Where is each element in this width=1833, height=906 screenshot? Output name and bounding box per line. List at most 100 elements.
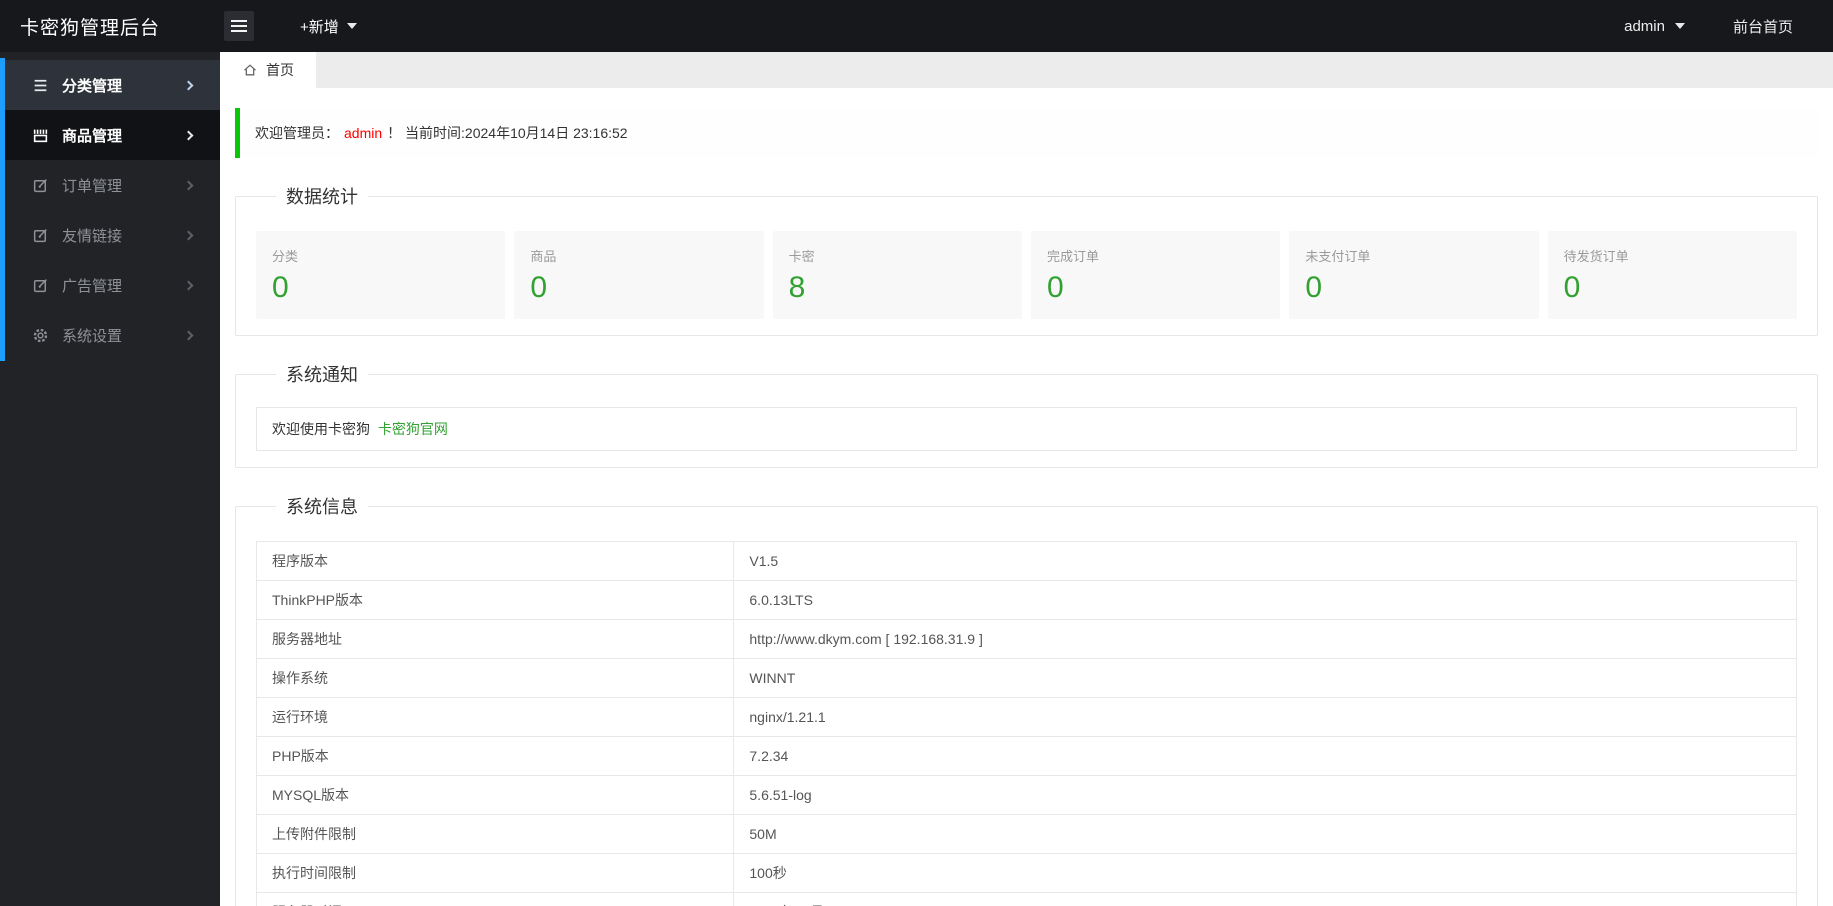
sidebar-item-label: 商品管理 bbox=[62, 127, 123, 145]
table-row: PHP版本 7.2.34 bbox=[255, 736, 1797, 776]
welcome-prefix: 欢迎管理员： bbox=[255, 125, 339, 141]
table-row: 上传附件限制 50M bbox=[255, 814, 1797, 854]
sysinfo-table: 程序版本 V1.5 ThinkPHP版本 6.0.13LTS 服务器地址 htt… bbox=[255, 541, 1797, 906]
sysinfo-key: 操作系统 bbox=[255, 658, 735, 698]
table-row: 服务器时间 2024年10月14日 23:16:52 bbox=[255, 892, 1797, 906]
chevron-right-icon bbox=[183, 280, 194, 290]
table-row: 操作系统 WINNT bbox=[255, 658, 1797, 698]
sysinfo-value: 100秒 bbox=[733, 853, 1797, 893]
chevron-right-icon bbox=[183, 130, 194, 140]
stat-value: 0 bbox=[1305, 271, 1322, 304]
sidebar-item-label: 系统设置 bbox=[62, 327, 123, 345]
sysinfo-key: 服务器时间 bbox=[255, 892, 735, 906]
sidebar: 分类管理 商品管理 订单管理 友情链接 广告管理 系统设置 bbox=[0, 52, 220, 906]
sysinfo-key: ThinkPHP版本 bbox=[255, 580, 735, 620]
stat-label: 分类 bbox=[272, 249, 299, 264]
chevron-right-icon bbox=[183, 80, 194, 90]
stats-section: 数据统计 分类 0 商品 0 卡密 8 完成订单 0 未支付订单 0 待发货订单… bbox=[235, 183, 1818, 336]
chevron-right-icon bbox=[183, 330, 194, 340]
stat-value: 0 bbox=[1046, 271, 1064, 304]
stat-value: 0 bbox=[272, 271, 289, 304]
sidebar-item-label: 分类管理 bbox=[62, 77, 123, 95]
chevron-down-icon bbox=[346, 23, 357, 29]
stat-label: 商品 bbox=[530, 249, 557, 264]
table-row: 程序版本 V1.5 bbox=[255, 541, 1797, 581]
notice-text: 欢迎使用卡密狗 bbox=[272, 421, 370, 437]
sidebar-item-links[interactable]: 友情链接 bbox=[0, 210, 220, 260]
sysinfo-key: PHP版本 bbox=[255, 736, 735, 776]
list-icon bbox=[34, 79, 47, 91]
sidebar-item-label: 友情链接 bbox=[62, 227, 123, 245]
sidebar-item-product[interactable]: 商品管理 bbox=[0, 110, 220, 160]
stat-card-category: 分类 0 bbox=[256, 231, 506, 319]
stats-legend: 数据统计 bbox=[286, 187, 358, 207]
stat-value: 8 bbox=[788, 271, 806, 304]
sidebar-item-category[interactable]: 分类管理 bbox=[0, 60, 220, 110]
chevron-right-icon bbox=[183, 230, 194, 240]
sysinfo-value: 5.6.51-log bbox=[733, 775, 1797, 815]
sysinfo-value: nginx/1.21.1 bbox=[733, 697, 1797, 737]
stat-label: 完成订单 bbox=[1046, 249, 1099, 264]
sysinfo-key: 服务器地址 bbox=[255, 619, 735, 659]
sidebar-item-ads[interactable]: 广告管理 bbox=[0, 260, 220, 310]
table-row: 运行环境 nginx/1.21.1 bbox=[255, 697, 1797, 737]
sysinfo-value: http://www.dkym.com [ 192.168.31.9 ] bbox=[733, 619, 1797, 659]
stat-label: 待发货订单 bbox=[1563, 249, 1629, 264]
home-icon bbox=[244, 64, 256, 76]
sysinfo-value: WINNT bbox=[733, 658, 1797, 698]
edit-icon bbox=[33, 178, 47, 192]
sysinfo-legend: 系统信息 bbox=[286, 497, 358, 517]
sidebar-item-label: 广告管理 bbox=[62, 277, 123, 295]
stat-card-kami: 卡密 8 bbox=[772, 231, 1022, 319]
notice-legend: 系统通知 bbox=[286, 365, 358, 385]
welcome-time: ！ 当前时间:2024年10月14日 23:16:52 bbox=[387, 125, 628, 141]
sysinfo-value: V1.5 bbox=[733, 541, 1797, 581]
notice-box: 欢迎使用卡密狗 卡密狗官网 bbox=[256, 407, 1797, 451]
username-label: admin bbox=[1624, 17, 1665, 35]
stat-card-completed-orders: 完成订单 0 bbox=[1030, 231, 1281, 319]
sidebar-item-label: 订单管理 bbox=[62, 177, 123, 195]
sysinfo-value: 2024年10月14日 23:16:52 bbox=[733, 892, 1797, 906]
chevron-right-icon bbox=[183, 180, 194, 190]
sysinfo-key: 程序版本 bbox=[255, 541, 735, 581]
table-row: 执行时间限制 100秒 bbox=[255, 853, 1797, 893]
sidebar-item-settings[interactable]: 系统设置 bbox=[0, 310, 220, 360]
sysinfo-key: 执行时间限制 bbox=[255, 853, 735, 893]
sysinfo-value: 6.0.13LTS bbox=[733, 580, 1797, 620]
stat-card-pending-shipment: 待发货订单 0 bbox=[1547, 231, 1797, 319]
sysinfo-key: 运行环境 bbox=[255, 697, 735, 737]
sysinfo-section: 系统信息 程序版本 V1.5 ThinkPHP版本 6.0.13LTS 服务器地… bbox=[235, 493, 1818, 906]
official-site-link[interactable]: 卡密狗官网 bbox=[378, 421, 448, 437]
welcome-alert: 欢迎管理员： admin ！ 当前时间:2024年10月14日 23:16:52 bbox=[235, 108, 1818, 158]
edit-icon bbox=[33, 278, 47, 292]
main-content: 欢迎管理员： admin ！ 当前时间:2024年10月14日 23:16:52… bbox=[220, 88, 1833, 906]
sidebar-menu: 分类管理 商品管理 订单管理 友情链接 广告管理 系统设置 bbox=[0, 52, 220, 360]
stat-card-unpaid-orders: 未支付订单 0 bbox=[1289, 231, 1539, 319]
add-new-dropdown[interactable]: +新增 bbox=[300, 16, 357, 37]
edit-icon bbox=[33, 228, 47, 242]
chevron-down-icon bbox=[1674, 23, 1685, 29]
sysinfo-value: 50M bbox=[733, 814, 1797, 854]
add-new-label: +新增 bbox=[300, 18, 339, 36]
sidebar-scroll-indicator bbox=[0, 58, 5, 361]
app-title: 卡密狗管理后台 bbox=[20, 17, 161, 39]
welcome-username: admin bbox=[344, 125, 383, 141]
table-row: MYSQL版本 5.6.51-log bbox=[255, 775, 1797, 815]
tab-home[interactable]: 首页 bbox=[220, 52, 316, 88]
notice-section: 系统通知 欢迎使用卡密狗 卡密狗官网 bbox=[235, 361, 1818, 468]
top-header: 卡密狗管理后台 +新增 admin 前台首页 bbox=[0, 0, 1833, 52]
stat-card-product: 商品 0 bbox=[514, 231, 764, 319]
tab-home-label: 首页 bbox=[266, 62, 294, 78]
menu-toggle-button[interactable] bbox=[224, 11, 254, 41]
table-row: ThinkPHP版本 6.0.13LTS bbox=[255, 580, 1797, 620]
stats-cards-row: 分类 0 商品 0 卡密 8 完成订单 0 未支付订单 0 待发货订单 0 bbox=[256, 231, 1797, 319]
stat-label: 未支付订单 bbox=[1305, 249, 1371, 264]
sysinfo-key: MYSQL版本 bbox=[255, 775, 735, 815]
table-row: 服务器地址 http://www.dkym.com [ 192.168.31.9… bbox=[255, 619, 1797, 659]
user-dropdown[interactable]: admin bbox=[1624, 18, 1685, 35]
frontend-home-link[interactable]: 前台首页 bbox=[1733, 16, 1793, 37]
sysinfo-value: 7.2.34 bbox=[733, 736, 1797, 776]
stat-value: 0 bbox=[1563, 271, 1581, 304]
sidebar-item-order[interactable]: 订单管理 bbox=[0, 160, 220, 210]
tab-bar: 首页 bbox=[220, 52, 1833, 88]
